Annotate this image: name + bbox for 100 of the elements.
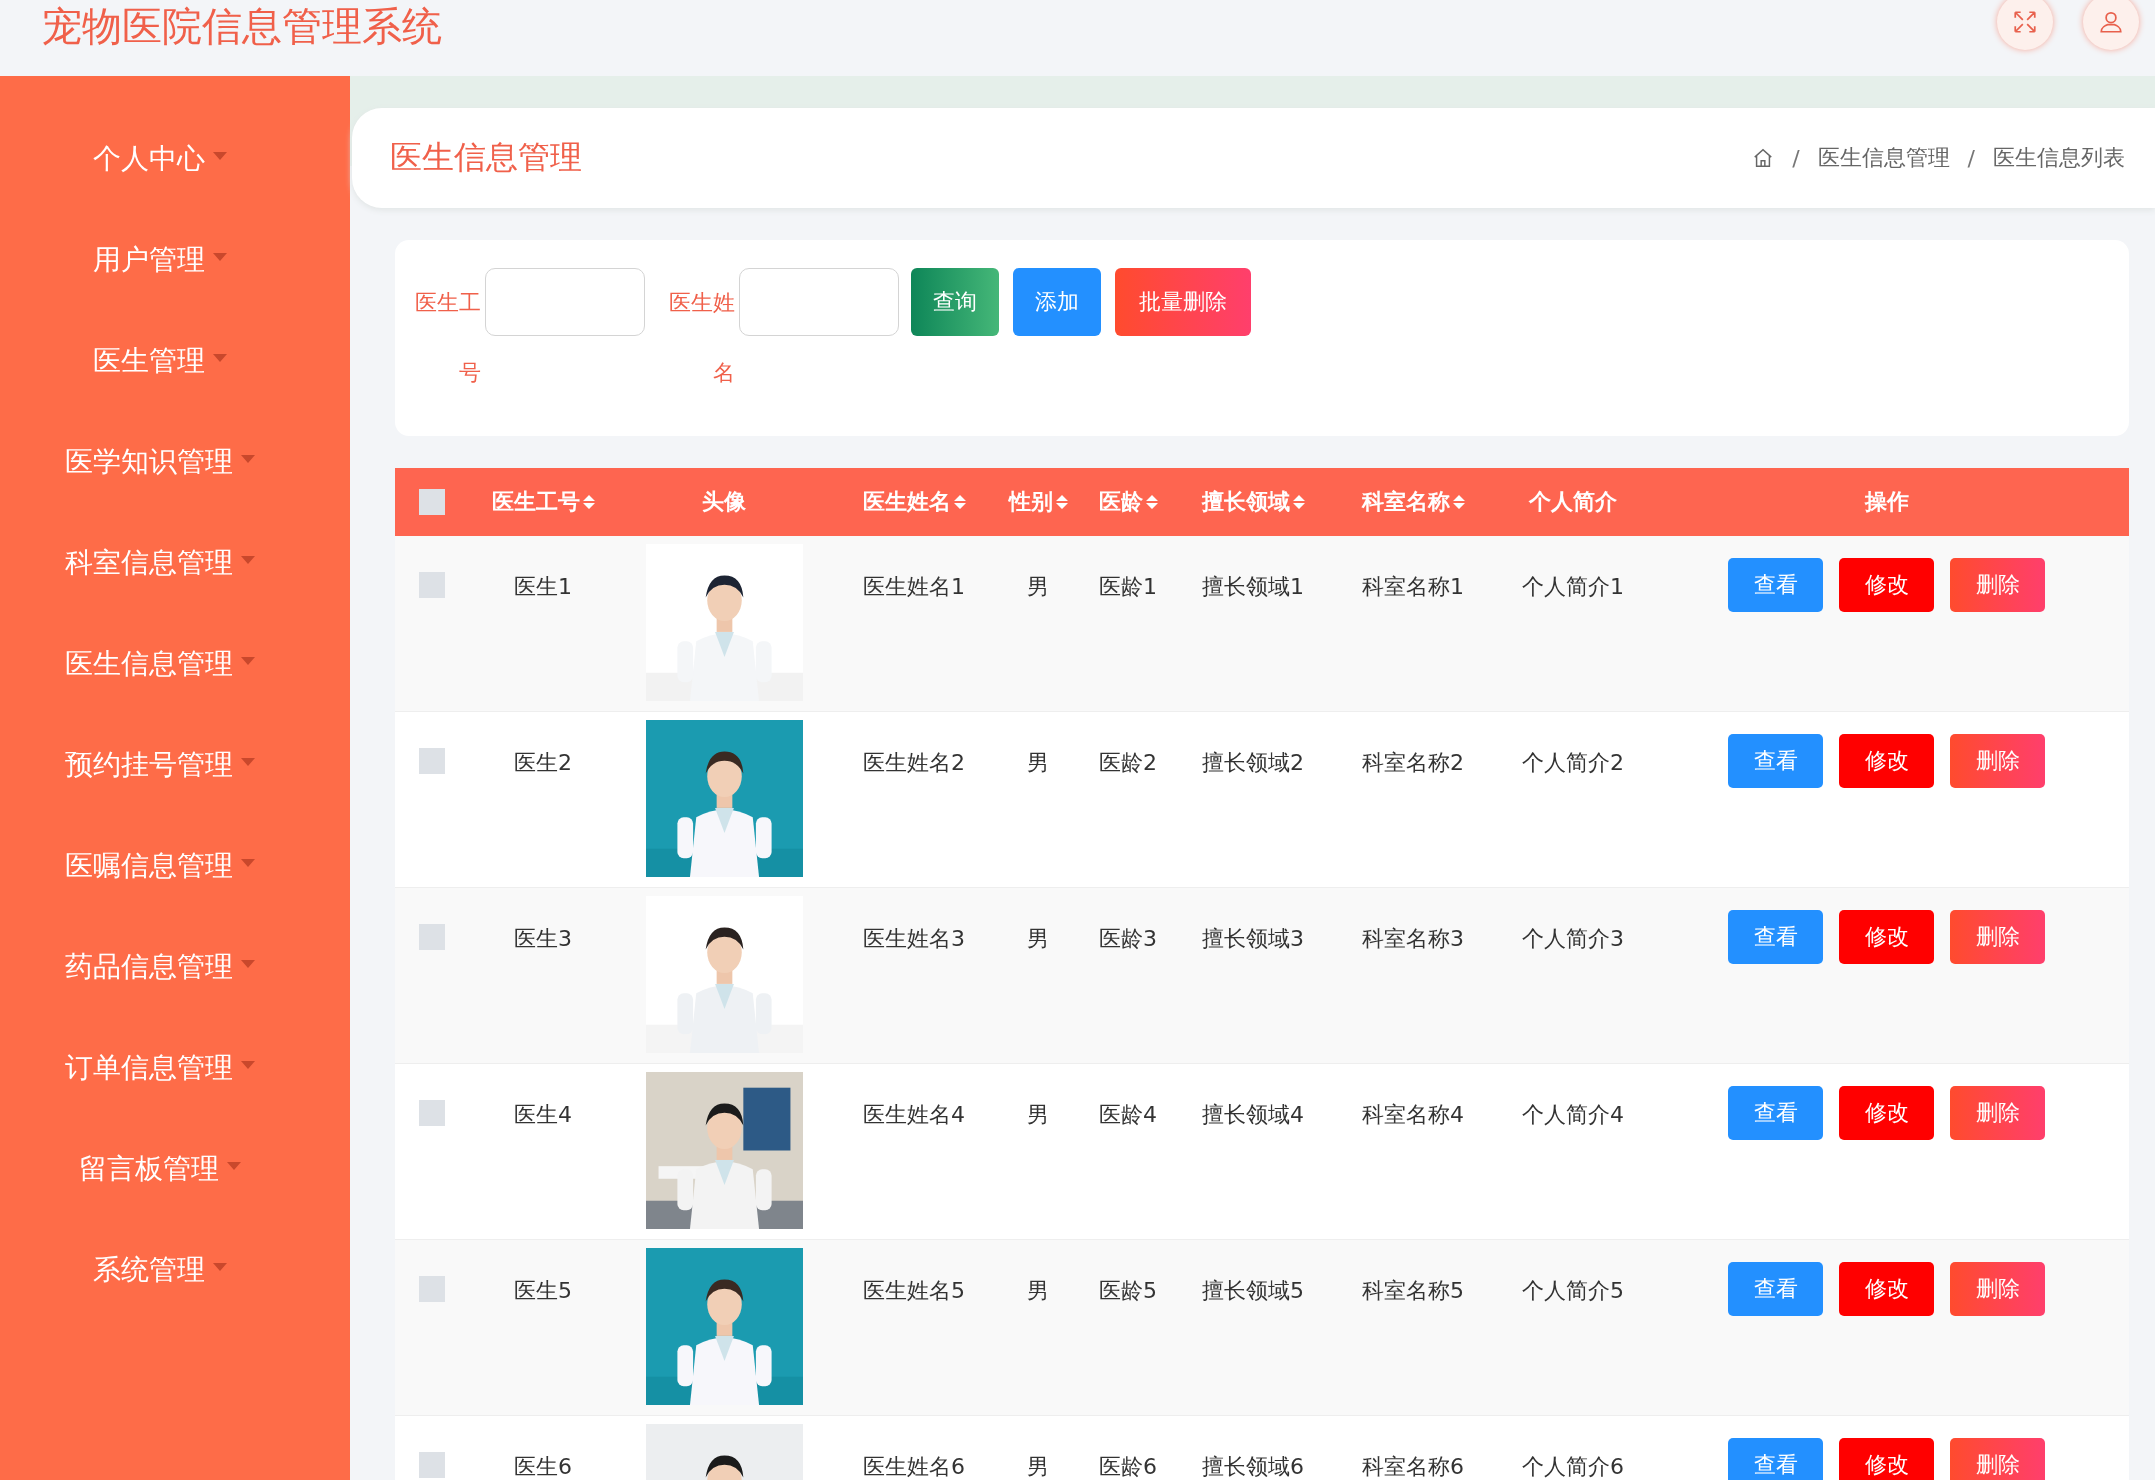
delete-button[interactable]: 删除 xyxy=(1950,1262,2045,1316)
query-button[interactable]: 查询 xyxy=(911,268,999,336)
view-button[interactable]: 查看 xyxy=(1728,1086,1823,1140)
table-cell-text: 医生4 xyxy=(514,1101,572,1129)
table-cell-text: 个人简介3 xyxy=(1522,925,1624,953)
breadcrumb-item[interactable]: 医生信息列表 xyxy=(1993,143,2125,173)
table-cell-text: 科室名称6 xyxy=(1362,1453,1464,1480)
table-cell-text: 个人简介4 xyxy=(1522,1101,1624,1129)
table-cell-text: 医生姓名5 xyxy=(863,1277,965,1305)
delete-button[interactable]: 删除 xyxy=(1950,1438,2045,1480)
user-button[interactable] xyxy=(2083,0,2139,50)
checkbox[interactable] xyxy=(418,924,445,950)
view-button[interactable]: 查看 xyxy=(1728,910,1823,964)
column-header[interactable]: 个人简介 xyxy=(1529,487,1617,517)
batch-delete-button[interactable]: 批量删除 xyxy=(1115,268,1251,336)
home-icon[interactable] xyxy=(1752,147,1775,169)
caret-icon xyxy=(241,1061,255,1069)
delete-button[interactable]: 删除 xyxy=(1950,910,2045,964)
sidebar-item[interactable]: 科室信息管理 xyxy=(65,544,255,645)
field-label: 医生工号 xyxy=(414,289,482,387)
caret-icon xyxy=(241,758,255,766)
column-header[interactable]: 擅长领域 xyxy=(1201,487,1290,517)
table-cell-text: 男 xyxy=(1027,925,1049,953)
edit-button[interactable]: 修改 xyxy=(1839,558,1934,612)
table-cell-text: 医龄6 xyxy=(1099,1453,1157,1480)
table-cell-text: 医龄4 xyxy=(1099,1101,1157,1129)
sidebar-item[interactable]: 系统管理 xyxy=(93,1251,227,1352)
caret-icon xyxy=(227,1162,241,1170)
sidebar-item[interactable]: 医生管理 xyxy=(93,342,227,443)
field-label: 医生姓名 xyxy=(668,289,736,387)
table-cell-text: 男 xyxy=(1027,1101,1049,1129)
sort-icon[interactable] xyxy=(1452,495,1465,509)
caret-icon xyxy=(213,253,227,261)
sidebar-item[interactable]: 医学知识管理 xyxy=(65,443,255,544)
column-header[interactable]: 性别 xyxy=(1008,487,1053,517)
table-cell-text: 医生3 xyxy=(514,925,572,953)
expand-icon xyxy=(2012,9,2038,35)
table-cell-text: 擅长领域1 xyxy=(1202,573,1304,601)
table-cell-text: 医生6 xyxy=(514,1453,572,1480)
checkbox[interactable] xyxy=(418,1100,445,1126)
sort-icon[interactable] xyxy=(582,495,595,509)
search-field[interactable] xyxy=(485,268,645,336)
column-header[interactable]: 医生工号 xyxy=(491,487,580,517)
caret-icon xyxy=(241,556,255,564)
view-button[interactable]: 查看 xyxy=(1728,558,1823,612)
sort-icon[interactable] xyxy=(1055,495,1068,509)
caret-icon xyxy=(213,354,227,362)
view-button[interactable]: 查看 xyxy=(1728,1262,1823,1316)
sidebar-item[interactable]: 留言板管理 xyxy=(79,1150,241,1251)
edit-button[interactable]: 修改 xyxy=(1839,734,1934,788)
table-cell-text: 医龄1 xyxy=(1099,573,1157,601)
page-title: 医生信息管理 xyxy=(390,137,582,178)
table-cell-text: 医龄2 xyxy=(1099,749,1157,777)
column-header[interactable]: 医龄 xyxy=(1098,487,1143,517)
edit-button[interactable]: 修改 xyxy=(1839,1438,1934,1480)
table-cell-text: 医龄3 xyxy=(1099,925,1157,953)
checkbox[interactable] xyxy=(418,1452,445,1478)
table-cell-text: 医生1 xyxy=(514,573,572,601)
sidebar-item[interactable]: 个人中心 xyxy=(93,140,227,241)
table-cell-text: 医生姓名1 xyxy=(863,573,965,601)
table-cell-text: 擅长领域6 xyxy=(1202,1453,1304,1480)
column-header[interactable]: 医生姓名 xyxy=(862,487,951,517)
checkbox[interactable] xyxy=(418,489,445,515)
caret-icon xyxy=(213,152,227,160)
column-header[interactable]: 头像 xyxy=(702,487,746,517)
checkbox[interactable] xyxy=(418,748,445,774)
table-cell-text: 医生5 xyxy=(514,1277,572,1305)
user-icon xyxy=(2098,9,2124,35)
checkbox[interactable] xyxy=(418,572,445,598)
sidebar-item[interactable]: 订单信息管理 xyxy=(65,1049,255,1150)
checkbox[interactable] xyxy=(418,1276,445,1302)
edit-button[interactable]: 修改 xyxy=(1839,1086,1934,1140)
fullscreen-button[interactable] xyxy=(1997,0,2053,50)
sidebar-item[interactable]: 用户管理 xyxy=(93,241,227,342)
delete-button[interactable]: 删除 xyxy=(1950,1086,2045,1140)
sort-icon[interactable] xyxy=(1145,495,1158,509)
table-cell-text: 科室名称5 xyxy=(1362,1277,1464,1305)
breadcrumb-item[interactable]: 医生信息管理 xyxy=(1817,143,1950,173)
add-button[interactable]: 添加 xyxy=(1013,268,1101,336)
table-cell-text: 擅长领域4 xyxy=(1202,1101,1304,1129)
view-button[interactable]: 查看 xyxy=(1728,734,1823,788)
delete-button[interactable]: 删除 xyxy=(1950,558,2045,612)
sort-icon[interactable] xyxy=(1292,495,1305,509)
delete-button[interactable]: 删除 xyxy=(1950,734,2045,788)
edit-button[interactable]: 修改 xyxy=(1839,1262,1934,1316)
sidebar-item[interactable]: 预约挂号管理 xyxy=(65,746,255,847)
column-header[interactable]: 操作 xyxy=(1864,487,1909,517)
search-field[interactable] xyxy=(739,268,899,336)
sort-icon[interactable] xyxy=(953,495,966,509)
sidebar-item[interactable]: 医生信息管理 xyxy=(65,645,255,746)
sidebar-item[interactable]: 药品信息管理 xyxy=(65,948,255,1049)
table-cell-text: 个人简介2 xyxy=(1522,749,1624,777)
caret-icon xyxy=(241,455,255,463)
sidebar-item[interactable]: 医嘱信息管理 xyxy=(65,847,255,948)
breadcrumb-separator: / xyxy=(1792,145,1800,171)
view-button[interactable]: 查看 xyxy=(1728,1438,1823,1480)
edit-button[interactable]: 修改 xyxy=(1839,910,1934,964)
table-cell-text: 医生姓名6 xyxy=(863,1453,965,1480)
app-title: 宠物医院信息管理系统 xyxy=(41,4,442,48)
column-header[interactable]: 科室名称 xyxy=(1361,487,1450,517)
